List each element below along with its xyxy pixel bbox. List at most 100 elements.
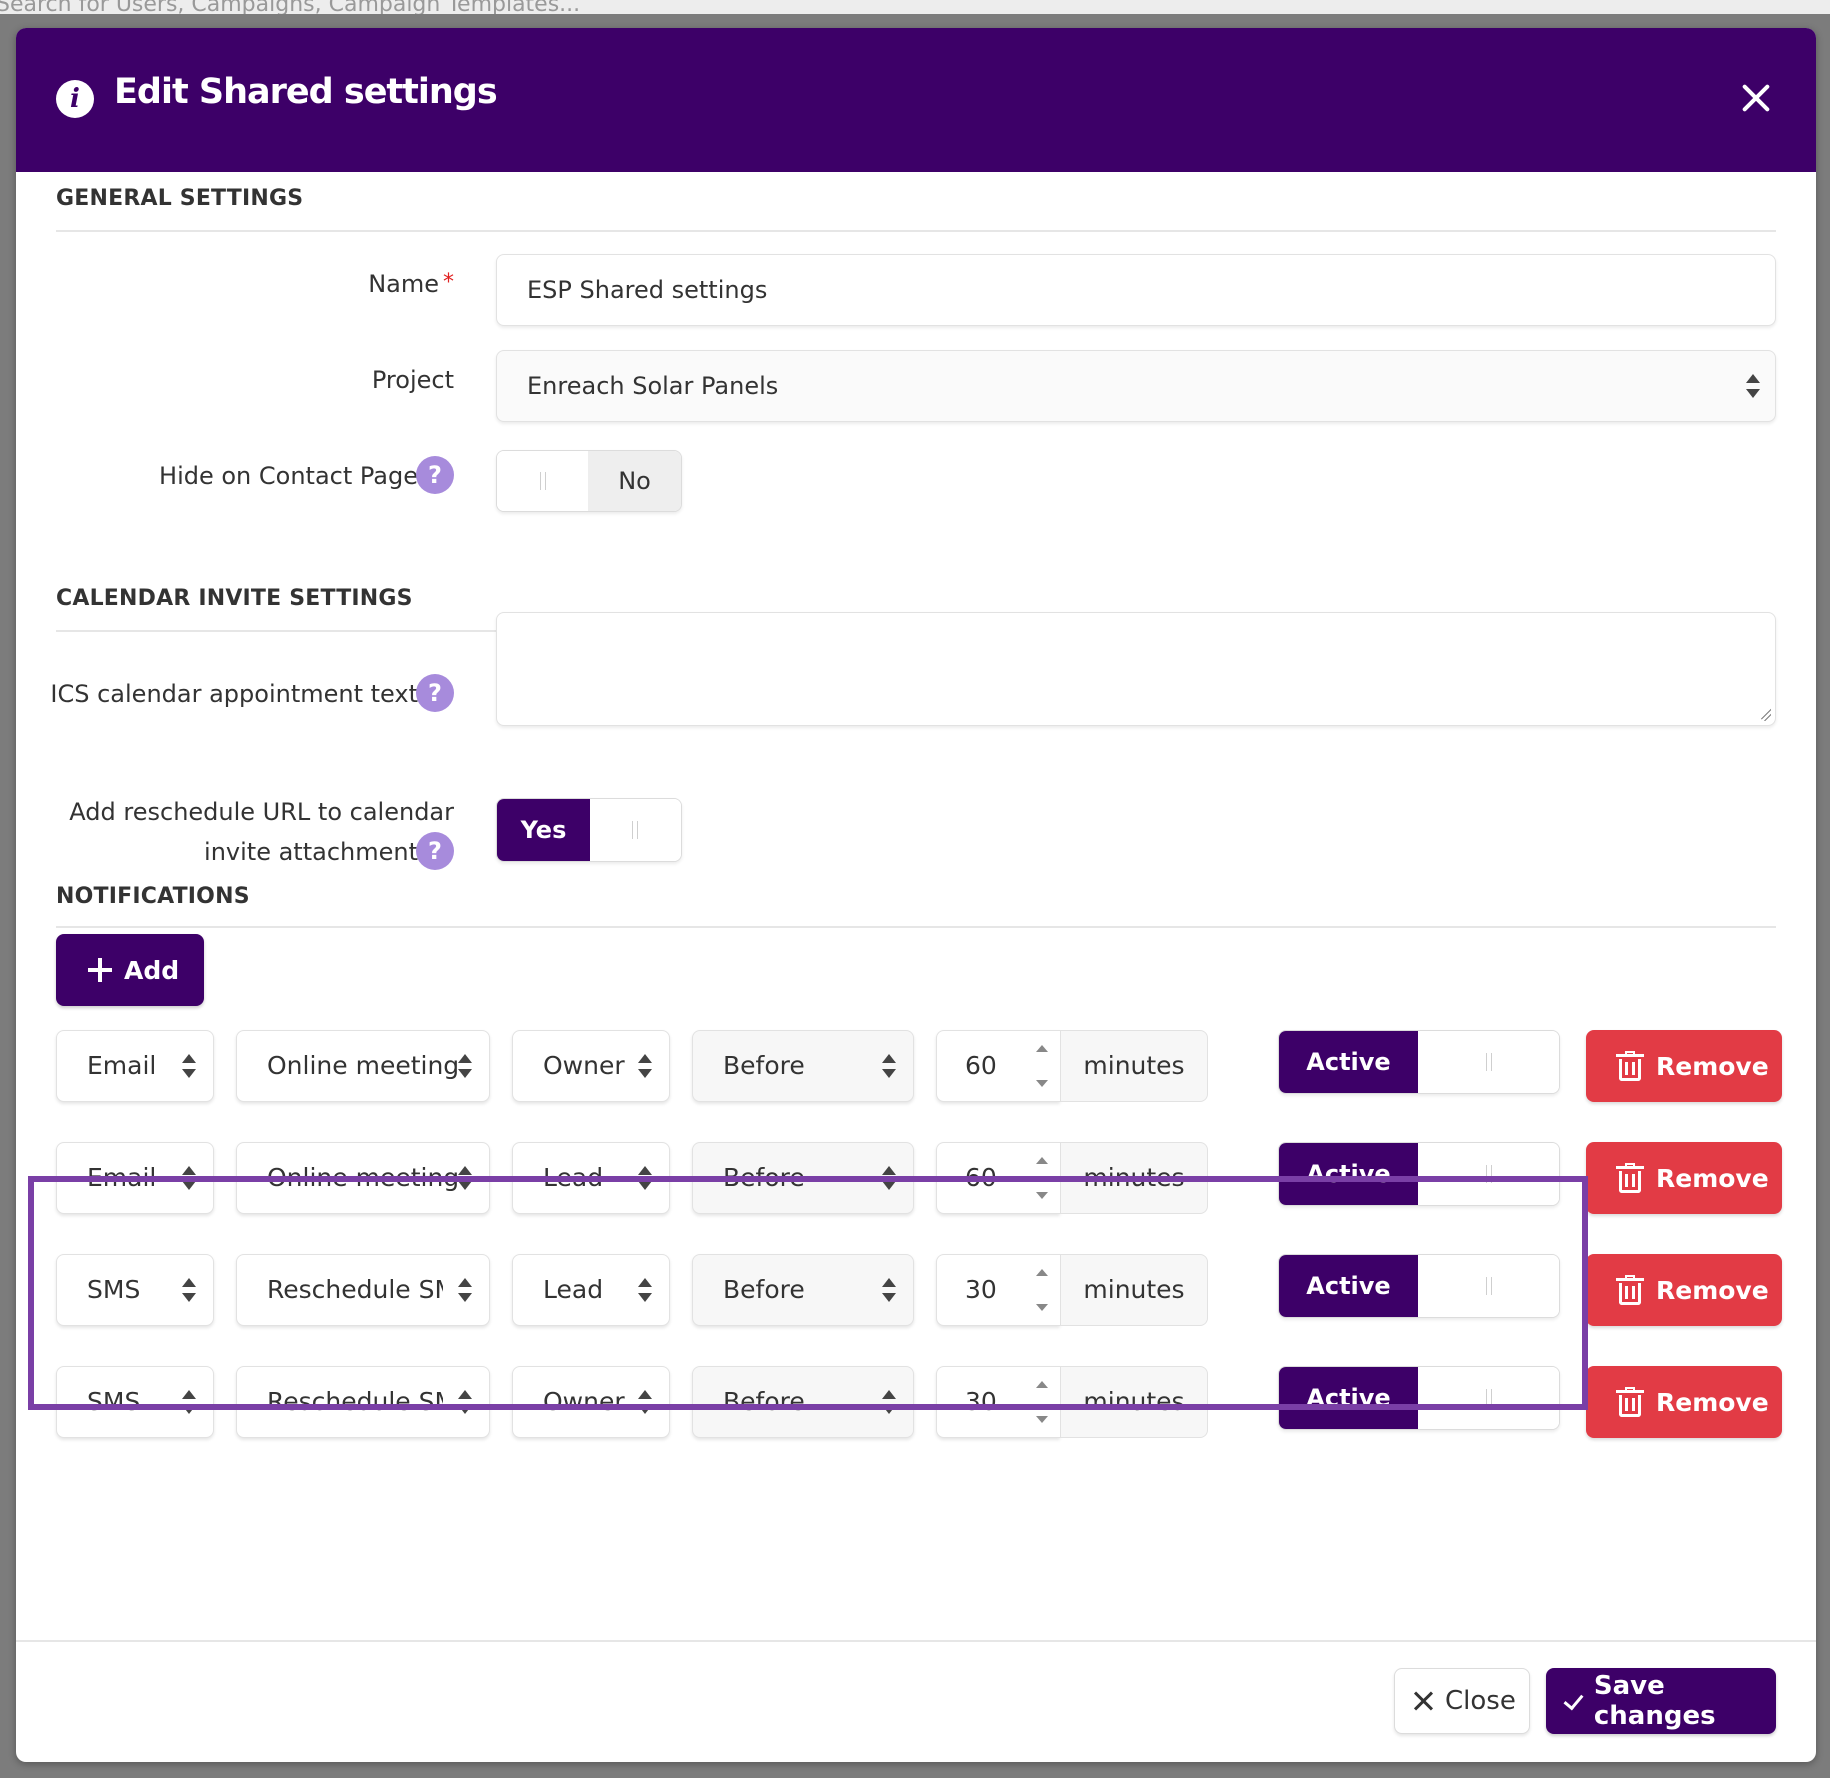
resize-grip-icon[interactable] (1757, 707, 1771, 721)
divider (56, 230, 1776, 232)
close-icon[interactable] (1740, 82, 1772, 114)
trash-icon (1616, 1275, 1644, 1305)
unit-label: minutes (1060, 1142, 1208, 1214)
timing-select[interactable]: Before (692, 1142, 914, 1214)
spinner-icon[interactable] (1032, 1261, 1054, 1319)
unit-label: minutes (1060, 1254, 1208, 1326)
channel-select[interactable]: SMS (56, 1254, 214, 1326)
remove-button[interactable]: Remove (1586, 1030, 1782, 1102)
notification-row: Email Online meeting Lead Before 60 minu… (16, 1142, 1816, 1216)
remove-button[interactable]: Remove (1586, 1254, 1782, 1326)
toggle-on-label: Active (1279, 1367, 1418, 1429)
channel-select[interactable]: Email (56, 1030, 214, 1102)
name-label: Name * (368, 270, 454, 298)
recipient-select[interactable]: Lead (512, 1142, 670, 1214)
save-changes-button[interactable]: Save changes (1546, 1668, 1776, 1734)
help-icon[interactable]: ? (416, 456, 454, 494)
recipient-select[interactable]: Owner (512, 1366, 670, 1438)
trash-icon (1616, 1051, 1644, 1081)
chevron-updown-icon (181, 1054, 197, 1078)
spinner-icon[interactable] (1032, 1373, 1054, 1431)
project-select-value: Enreach Solar Panels (527, 372, 779, 400)
help-icon[interactable]: ? (416, 674, 454, 712)
notification-row: SMS Reschedule SMS Owner Before 30 minut… (16, 1366, 1816, 1440)
reschedule-url-label-line2: invite attachment (204, 838, 418, 866)
unit-label: minutes (1060, 1366, 1208, 1438)
amount-input[interactable]: 30 (936, 1254, 1060, 1326)
calendar-invite-settings-title: CALENDAR INVITE SETTINGS (56, 586, 413, 611)
ics-text-textarea[interactable] (496, 612, 1776, 726)
footer-divider (16, 1640, 1816, 1642)
hide-on-contact-page-label: Hide on Contact Page (159, 462, 418, 490)
toggle-handle (497, 451, 589, 511)
chevron-updown-icon (637, 1166, 653, 1190)
background-search-bar: Search for Users, Campaigns, Campaign Te… (0, 0, 1830, 14)
check-icon (1564, 1690, 1584, 1712)
toggle-off-label: No (588, 451, 681, 511)
active-toggle[interactable]: Active (1278, 1254, 1560, 1318)
add-notification-button[interactable]: Add (56, 934, 204, 1006)
toggle-handle (1418, 1367, 1559, 1429)
channel-select[interactable]: Email (56, 1142, 214, 1214)
spinner-icon[interactable] (1032, 1037, 1054, 1095)
remove-button[interactable]: Remove (1586, 1366, 1782, 1438)
toggle-on-label: Yes (497, 799, 590, 861)
unit-label: minutes (1060, 1030, 1208, 1102)
toggle-handle (1418, 1143, 1559, 1205)
amount-input[interactable]: 60 (936, 1142, 1060, 1214)
template-select[interactable]: Online meeting (236, 1030, 490, 1102)
notifications-title: NOTIFICATIONS (56, 884, 250, 909)
info-icon: i (56, 80, 94, 118)
toggle-handle (1418, 1031, 1559, 1093)
name-input[interactable]: ESP Shared settings (496, 254, 1776, 326)
active-toggle[interactable]: Active (1278, 1366, 1560, 1430)
chevron-updown-icon (881, 1390, 897, 1414)
chevron-updown-icon (457, 1278, 473, 1302)
channel-select[interactable]: SMS (56, 1366, 214, 1438)
reschedule-url-label-line1: Add reschedule URL to calendar (69, 798, 454, 826)
help-icon[interactable]: ? (416, 832, 454, 870)
template-select[interactable]: Reschedule SMS (236, 1366, 490, 1438)
reschedule-url-toggle[interactable]: Yes (496, 798, 682, 862)
modal-header: i Edit Shared settings (16, 28, 1816, 172)
timing-select[interactable]: Before (692, 1030, 914, 1102)
notification-row: Email Online meeting Owner Before 60 min… (16, 1030, 1816, 1104)
timing-select[interactable]: Before (692, 1366, 914, 1438)
remove-button[interactable]: Remove (1586, 1142, 1782, 1214)
chevron-updown-icon (181, 1278, 197, 1302)
modal-title: Edit Shared settings (114, 72, 498, 112)
active-toggle[interactable]: Active (1278, 1030, 1560, 1094)
amount-input[interactable]: 60 (936, 1030, 1060, 1102)
chevron-updown-icon (1745, 374, 1761, 398)
trash-icon (1616, 1387, 1644, 1417)
chevron-updown-icon (637, 1054, 653, 1078)
notification-row: SMS Reschedule SMS Lead Before 30 minute… (16, 1254, 1816, 1328)
recipient-select[interactable]: Lead (512, 1254, 670, 1326)
chevron-updown-icon (457, 1390, 473, 1414)
general-settings-title: GENERAL SETTINGS (56, 186, 304, 211)
project-label: Project (371, 366, 454, 394)
chevron-updown-icon (881, 1278, 897, 1302)
plus-icon (88, 958, 112, 982)
chevron-updown-icon (881, 1166, 897, 1190)
amount-input[interactable]: 30 (936, 1366, 1060, 1438)
chevron-updown-icon (637, 1390, 653, 1414)
toggle-handle (1418, 1255, 1559, 1317)
divider (56, 926, 1776, 928)
close-icon (1413, 1691, 1433, 1711)
toggle-handle (589, 799, 681, 861)
timing-select[interactable]: Before (692, 1254, 914, 1326)
template-select[interactable]: Reschedule SMS (236, 1254, 490, 1326)
required-marker: * (443, 270, 454, 295)
chevron-updown-icon (637, 1278, 653, 1302)
template-select[interactable]: Online meeting (236, 1142, 490, 1214)
hide-on-contact-page-toggle[interactable]: No (496, 450, 682, 512)
edit-shared-settings-modal: i Edit Shared settings GENERAL SETTINGS … (16, 28, 1816, 1762)
recipient-select[interactable]: Owner (512, 1030, 670, 1102)
close-button[interactable]: Close (1394, 1668, 1530, 1734)
chevron-updown-icon (181, 1166, 197, 1190)
active-toggle[interactable]: Active (1278, 1142, 1560, 1206)
spinner-icon[interactable] (1032, 1149, 1054, 1207)
toggle-on-label: Active (1279, 1031, 1418, 1093)
project-select[interactable]: Enreach Solar Panels (496, 350, 1776, 422)
